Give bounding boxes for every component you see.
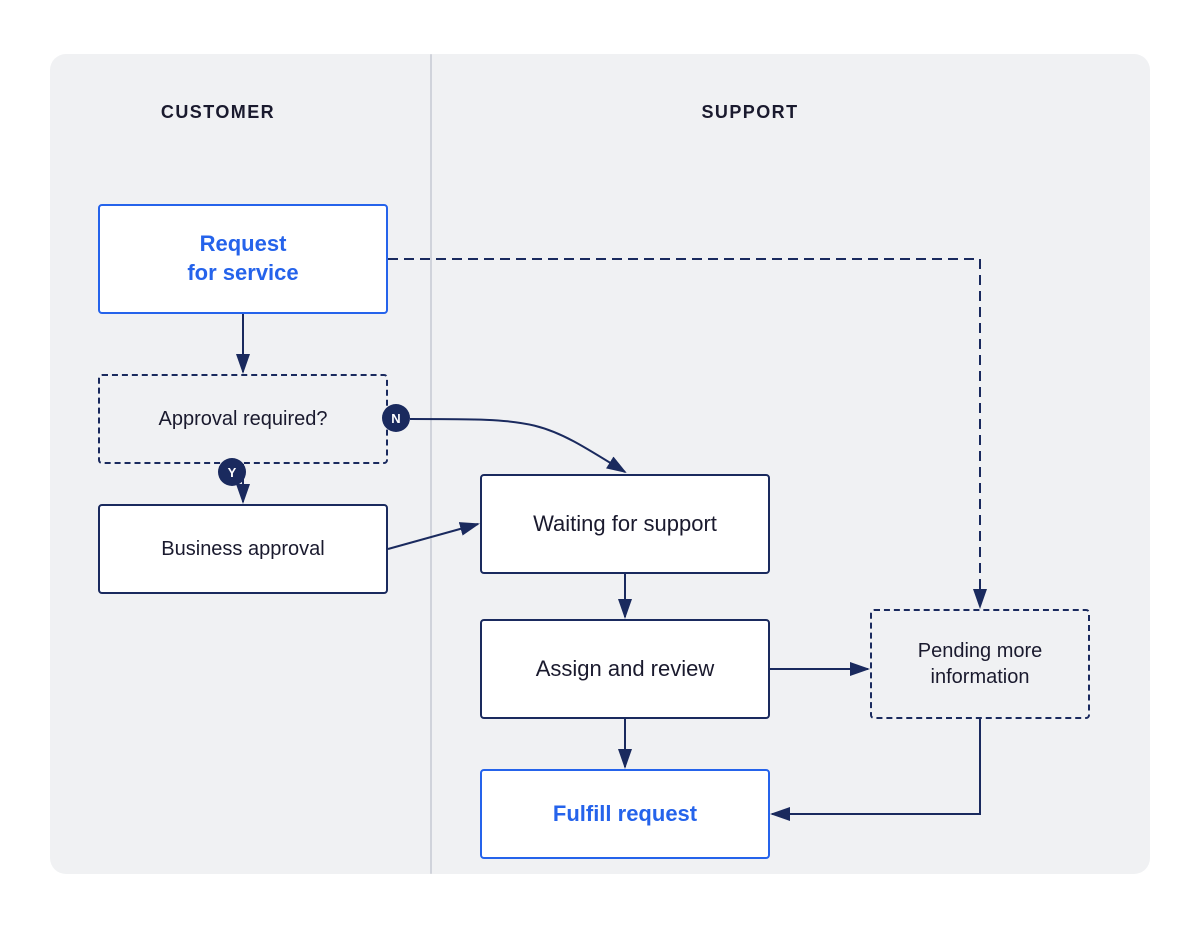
fulfill-request-box: Fulfill request <box>480 769 770 859</box>
support-label: SUPPORT <box>701 102 798 123</box>
customer-label: CUSTOMER <box>161 102 275 123</box>
pending-more-info-box: Pending more information <box>870 609 1090 719</box>
approval-required-box: Approval required? <box>98 374 388 464</box>
diagram-container: CUSTOMER SUPPORT Request for service App… <box>50 54 1150 874</box>
assign-and-review-box: Assign and review <box>480 619 770 719</box>
badge-n: N <box>382 404 410 432</box>
section-divider <box>430 54 432 874</box>
badge-y: Y <box>218 458 246 486</box>
business-approval-box: Business approval <box>98 504 388 594</box>
waiting-for-support-box: Waiting for support <box>480 474 770 574</box>
request-for-service-box: Request for service <box>98 204 388 314</box>
arrows-svg <box>50 54 1150 874</box>
